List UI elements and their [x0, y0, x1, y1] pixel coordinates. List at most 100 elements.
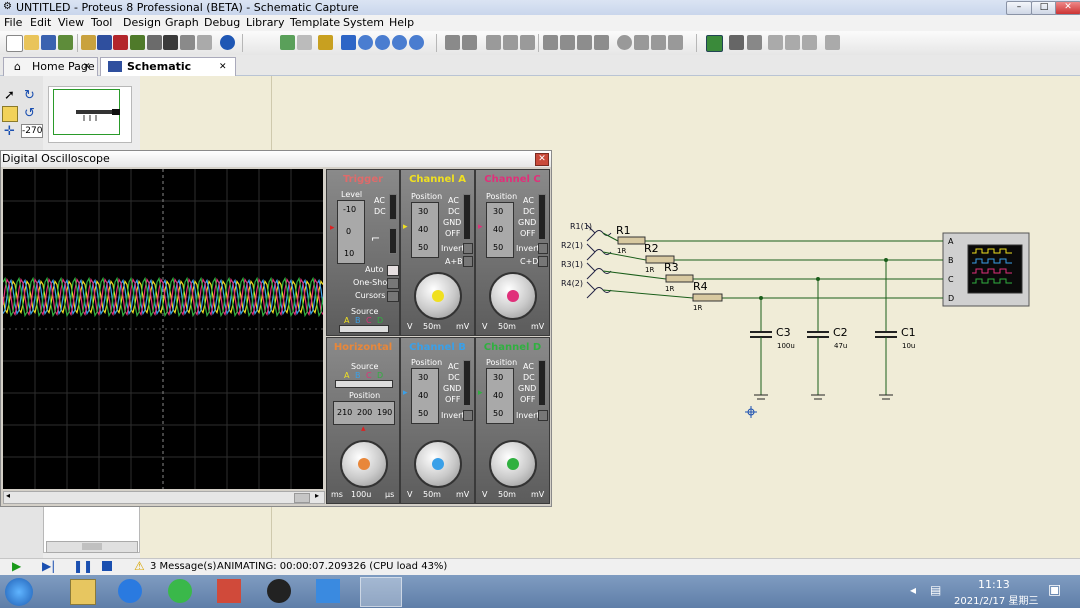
menu-help[interactable]: Help [389, 15, 414, 31]
app-icon[interactable] [217, 579, 241, 603]
capacitor-c1[interactable] [875, 331, 897, 338]
channel-c-invert-toggle[interactable] [538, 243, 548, 254]
clock-time[interactable]: 11:13 [978, 578, 1010, 591]
channel-b-position-slider[interactable]: 30 40 50 [411, 368, 439, 424]
search-icon[interactable] [729, 35, 744, 50]
menu-edit[interactable]: Edit [30, 15, 51, 31]
schematic-icon[interactable] [97, 35, 112, 50]
resistor-r4[interactable] [692, 293, 723, 302]
property-tool-icon[interactable] [747, 35, 762, 50]
refresh-icon[interactable] [280, 35, 295, 50]
block-delete-icon[interactable] [594, 35, 609, 50]
home-icon[interactable] [81, 35, 96, 50]
messages-count[interactable]: 3 Message(s) [150, 561, 216, 572]
cursors-toggle[interactable] [387, 291, 399, 302]
paste-icon[interactable] [520, 35, 535, 50]
device-list-scrollbar[interactable] [46, 541, 138, 553]
capacitor-c2[interactable] [807, 331, 829, 338]
block-rotate-icon[interactable] [577, 35, 592, 50]
tab-home-page[interactable]: ⌂ Home Page ✕ [3, 57, 98, 76]
channel-b-coupling-switch[interactable] [463, 360, 471, 406]
design-explorer-icon[interactable] [163, 35, 178, 50]
exit-to-parent-icon[interactable] [802, 35, 817, 50]
auto-toggle[interactable] [387, 265, 399, 276]
channel-c-add-toggle[interactable] [538, 256, 548, 267]
new-file-icon[interactable] [6, 35, 23, 52]
save-icon[interactable] [41, 35, 56, 50]
packaging-icon[interactable] [651, 35, 666, 50]
channel-c-volts-knob[interactable] [489, 272, 537, 320]
menu-view[interactable]: View [58, 15, 84, 31]
capacitor-c3[interactable] [750, 331, 772, 338]
redo-icon[interactable] [462, 35, 477, 50]
zoom-in-icon[interactable] [358, 35, 373, 50]
menu-file[interactable]: File [4, 15, 22, 31]
channel-d-position-slider[interactable]: 30 40 50 [486, 368, 514, 424]
channel-c-position-slider[interactable]: 30 40 50 [486, 202, 514, 258]
clock-date[interactable]: 2021/2/17 星期三 [954, 592, 1038, 607]
rotate-clockwise-icon[interactable]: ↻ [24, 88, 35, 103]
channel-b-invert-toggle[interactable] [463, 410, 473, 421]
pcb-icon[interactable] [113, 35, 128, 50]
rotation-angle-field[interactable]: -270 [21, 124, 43, 138]
undo-icon[interactable] [445, 35, 460, 50]
horizontal-source-slider[interactable] [335, 380, 393, 388]
menu-design[interactable]: Design [123, 15, 161, 31]
network-icon[interactable]: ▤ [930, 583, 941, 597]
help-icon[interactable] [220, 35, 235, 50]
start-button[interactable] [5, 578, 33, 606]
netlist-icon[interactable] [825, 35, 840, 50]
channel-a-volts-knob[interactable] [414, 272, 462, 320]
close-icon[interactable]: ✕ [219, 58, 227, 76]
resistor-r1[interactable] [617, 236, 646, 245]
menu-graph[interactable]: Graph [165, 15, 199, 31]
rotate-anticlockwise-icon[interactable]: ↺ [24, 106, 35, 121]
copy-icon[interactable] [503, 35, 518, 50]
import-icon[interactable] [58, 35, 73, 50]
channel-d-volts-knob[interactable] [489, 440, 537, 488]
menu-system[interactable]: System [343, 15, 384, 31]
component-mode-icon[interactable] [2, 106, 18, 122]
origin-icon[interactable] [318, 35, 333, 50]
proteus-task-button[interactable] [360, 577, 402, 607]
minimize-button[interactable]: – [1006, 1, 1032, 15]
close-icon[interactable]: ✕ [83, 58, 91, 76]
trigger-edge-switch[interactable] [389, 228, 397, 254]
channel-a-invert-toggle[interactable] [463, 243, 473, 254]
grid-icon[interactable] [297, 35, 312, 50]
overview-window[interactable] [48, 86, 132, 143]
scope-hscrollbar[interactable]: ◂ ▸ [3, 491, 325, 504]
zoom-area-icon[interactable] [409, 35, 424, 50]
channel-a-coupling-switch[interactable] [463, 194, 471, 240]
new-sheet-icon[interactable] [768, 35, 783, 50]
bom-icon[interactable] [180, 35, 195, 50]
make-device-icon[interactable] [634, 35, 649, 50]
menu-template[interactable]: Template [290, 15, 340, 31]
channel-a-position-slider[interactable]: 30 40 50 [411, 202, 439, 258]
channel-b-volts-knob[interactable] [414, 440, 462, 488]
channel-c-coupling-switch[interactable] [538, 194, 546, 240]
block-copy-icon[interactable] [543, 35, 558, 50]
one-shot-toggle[interactable] [387, 278, 399, 289]
zoom-all-icon[interactable] [392, 35, 407, 50]
pause-icon[interactable]: ❚❚ [73, 559, 93, 573]
source-code-icon[interactable] [197, 35, 212, 50]
pan-icon[interactable] [341, 35, 356, 50]
pick-parts-icon[interactable] [617, 35, 632, 50]
block-move-icon[interactable] [560, 35, 575, 50]
menu-debug[interactable]: Debug [204, 15, 240, 31]
play-icon[interactable]: ▶ [12, 559, 21, 573]
3d-icon[interactable] [130, 35, 145, 50]
remove-sheet-icon[interactable] [785, 35, 800, 50]
close-button[interactable]: ✕ [1055, 1, 1080, 15]
open-folder-icon[interactable] [24, 35, 39, 50]
channel-d-invert-toggle[interactable] [538, 410, 548, 421]
menu-library[interactable]: Library [246, 15, 284, 31]
sogou-icon[interactable] [118, 579, 142, 603]
tim-icon[interactable] [316, 579, 340, 603]
scope-close-button[interactable]: ✕ [535, 153, 549, 166]
trigger-source-slider[interactable] [339, 325, 389, 333]
channel-d-coupling-switch[interactable] [538, 360, 546, 406]
step-icon[interactable]: ▶| [42, 559, 55, 573]
tab-schematic-capture[interactable]: Schematic Capture ✕ [100, 57, 236, 91]
